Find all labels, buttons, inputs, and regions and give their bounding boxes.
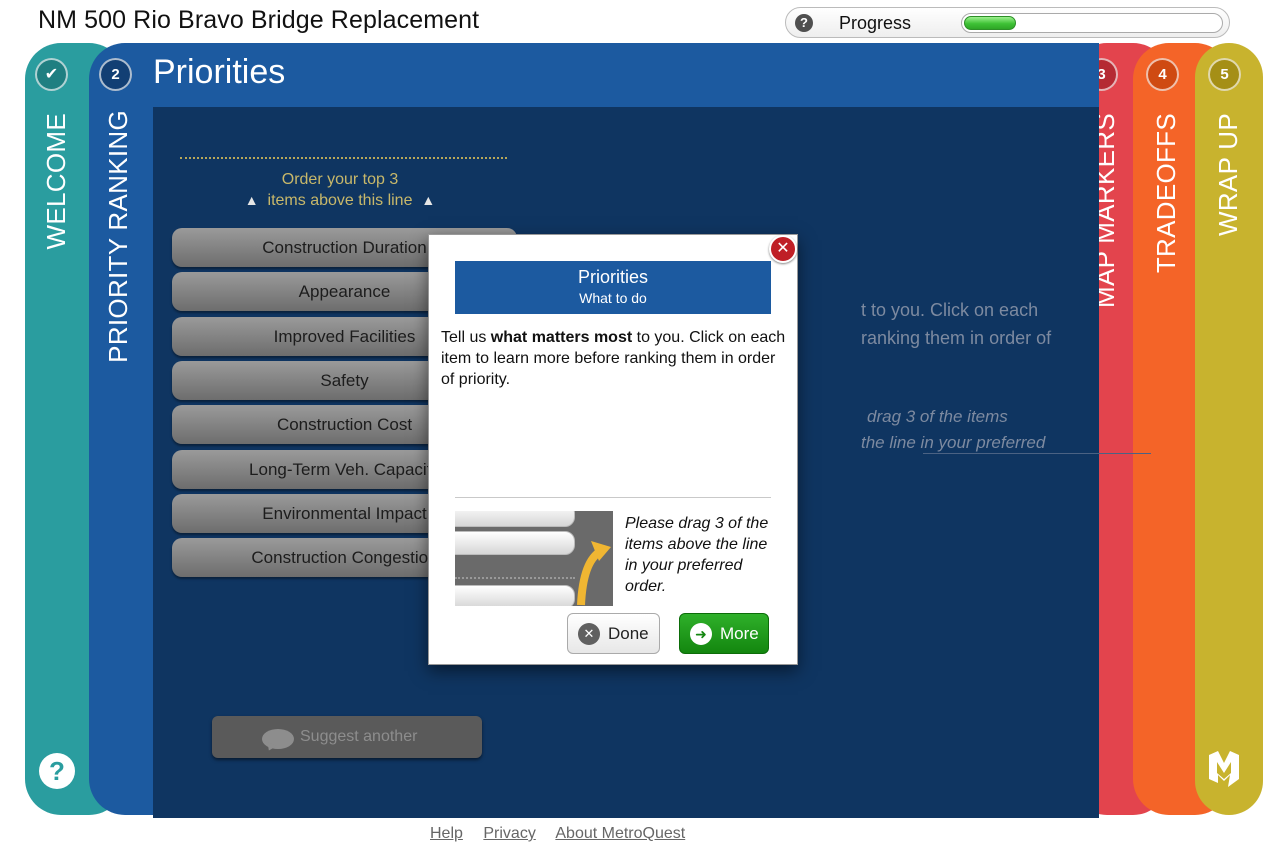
modal-body: Tell us what matters most to you. Click … [441, 329, 786, 388]
page-title: NM 500 Rio Bravo Bridge Replacement [38, 6, 480, 34]
divider [923, 453, 1151, 454]
curved-arrow-icon [577, 541, 611, 606]
done-label: Done [608, 624, 649, 643]
instructions-modal: ✕ Priorities What to do Tell us what mat… [428, 234, 798, 665]
drag-instructions-text: drag 3 of the items [867, 407, 1008, 426]
suggest-another-button[interactable]: Suggest another [212, 716, 482, 758]
progress-track [961, 13, 1223, 33]
close-icon[interactable]: ✕ [769, 235, 797, 263]
x-circle-icon: ✕ [578, 623, 600, 645]
tab-tradeoffs-label: TRADEOFFS [1151, 113, 1181, 274]
drag-illustration [455, 511, 613, 606]
more-label: More [720, 624, 759, 643]
check-icon: ✔ [35, 58, 68, 91]
more-button[interactable]: ➜ More [679, 613, 769, 654]
modal-subtitle: What to do [579, 290, 647, 306]
suggest-label: Suggest another [300, 728, 418, 745]
arrow-up-icon: ▲ [421, 192, 436, 208]
tab-wrap-up[interactable]: 5 WRAP UP [1195, 43, 1263, 815]
tab-wrap-label: WRAP UP [1213, 113, 1243, 236]
tab-welcome-label: WELCOME [41, 113, 71, 250]
help-icon[interactable]: ? [39, 753, 75, 789]
tab-priority-label: PRIORITY RANKING [103, 110, 133, 363]
footer-link-help[interactable]: Help [430, 825, 463, 842]
tab-tradeoffs-number: 4 [1146, 58, 1179, 91]
progress-help-icon[interactable]: ? [795, 14, 813, 32]
arrow-right-circle-icon: ➜ [690, 623, 712, 645]
footer-link-privacy[interactable]: Privacy [483, 825, 535, 842]
drag-instruction: Please drag 3 of the items above the lin… [625, 515, 769, 595]
panel-title: Priorities [153, 53, 286, 91]
order-hint: Order your top 3 ▲ items above this line… [220, 169, 460, 211]
modal-divider [455, 497, 771, 498]
top-three-line [180, 157, 507, 159]
modal-title: Priorities [577, 267, 648, 287]
progress-label: Progress [839, 13, 912, 33]
order-hint-line2: items above this line [267, 192, 413, 209]
progress-fill [964, 16, 1016, 30]
tab-wrap-number: 5 [1208, 58, 1241, 91]
footer-link-about[interactable]: About MetroQuest [555, 825, 685, 842]
modal-header: Priorities What to do [455, 261, 771, 314]
footer: Help Privacy About MetroQuest [430, 825, 701, 843]
order-hint-line1: Order your top 3 [281, 171, 399, 188]
done-button[interactable]: ✕ Done [567, 613, 660, 654]
instructions-text: t to you. Click on each [861, 300, 1039, 320]
progress-bar: ? Progress [785, 7, 1230, 38]
arrow-up-icon: ▲ [244, 192, 259, 208]
instructions-text: ranking them in order of [861, 328, 1052, 348]
modal-body-emphasis: what matters most [490, 329, 633, 346]
metroquest-logo-icon[interactable] [1206, 749, 1242, 789]
drag-instructions-text: the line in your preferred [861, 433, 1046, 452]
tab-priority-number: 2 [99, 58, 132, 91]
